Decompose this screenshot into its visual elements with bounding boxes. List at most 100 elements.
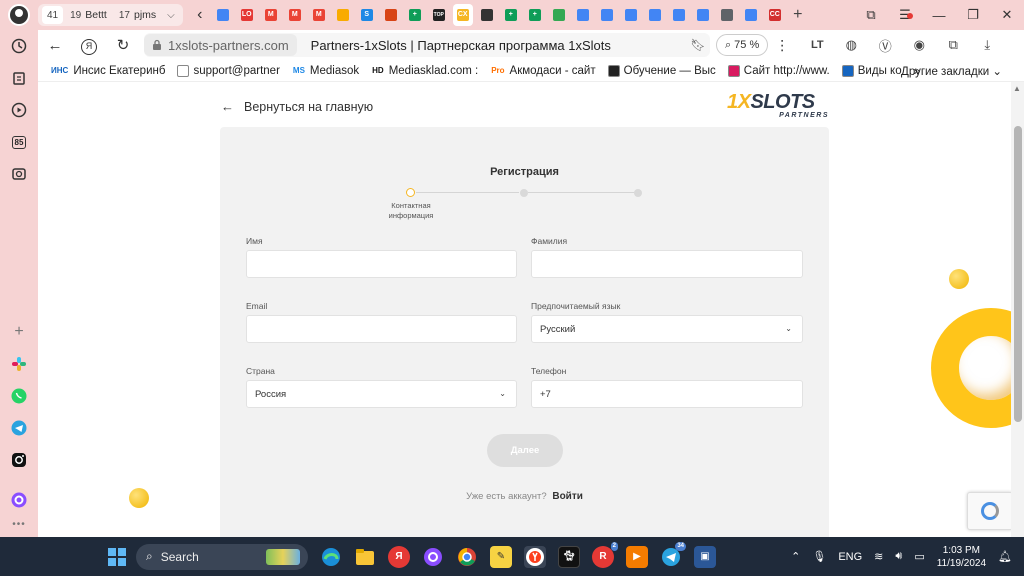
url-field[interactable]: 1xslots-partners.com Partners-1xSlots | … [144, 33, 710, 57]
vpn-extension-icon[interactable]: Ⓥ [870, 34, 900, 56]
download-icon[interactable]: ⤓ [972, 34, 1002, 56]
battery-icon[interactable]: ▭ [914, 550, 924, 563]
lt-extension-icon[interactable]: LT [802, 34, 832, 56]
file-explorer-icon[interactable] [354, 546, 376, 568]
bookmark-item[interactable]: support@partner [177, 64, 280, 77]
windows-start-icon[interactable] [108, 547, 126, 566]
tab-group-1[interactable]: 41 [42, 6, 64, 24]
chrome-icon[interactable] [456, 546, 478, 568]
bookmark-item[interactable]: Виды ко [841, 64, 902, 77]
globe-extension-icon[interactable]: ◍ [836, 34, 866, 56]
menu-icon[interactable]: ☰ [888, 7, 922, 23]
recaptcha-badge[interactable] [967, 492, 1011, 530]
volume-icon[interactable]: 🔊︎ [895, 550, 902, 563]
more-dots-icon[interactable]: ••• [9, 514, 29, 534]
bookmark-item[interactable]: MS Mediasok [292, 65, 359, 77]
tab-plus-favicon[interactable]: + [525, 4, 545, 26]
tab-docs-favicon[interactable] [741, 4, 761, 26]
presentation-app-icon[interactable]: ▶ [626, 545, 648, 568]
bookmark-item[interactable]: Сайт http://www. [727, 64, 830, 77]
scrollbar-thumb[interactable] [1014, 126, 1022, 422]
collections-icon[interactable] [9, 68, 29, 88]
tab-plus-favicon[interactable]: + [501, 4, 521, 26]
profile-avatar[interactable] [8, 4, 30, 26]
brand-logo[interactable]: 1XSLOTS PARTNERS [727, 92, 831, 120]
remote-desktop-icon[interactable]: ▣ [694, 545, 716, 568]
yandex-icon[interactable]: Я [72, 36, 106, 55]
more-options-icon[interactable]: ⋮ [768, 37, 796, 54]
last-name-input[interactable] [531, 250, 803, 278]
tab-docs-favicon[interactable] [645, 4, 665, 26]
add-panel-icon[interactable]: + [9, 322, 29, 342]
language-select[interactable]: Русский ⌄ [531, 315, 803, 343]
history-icon[interactable] [9, 36, 29, 56]
back-icon[interactable]: ← [38, 37, 72, 54]
tab-docs-favicon[interactable] [693, 4, 713, 26]
tab-docs-favicon[interactable] [597, 4, 617, 26]
chevron-up-icon[interactable]: ⌃ [791, 550, 800, 563]
instagram-icon[interactable] [9, 450, 29, 470]
maximize-button[interactable]: ❐ [956, 7, 990, 23]
back-to-home-link[interactable]: ← Вернуться на главную [221, 99, 373, 114]
tab-drive-favicon[interactable] [549, 4, 569, 26]
tab-top-favicon[interactable]: TOP [429, 4, 449, 26]
zoom-indicator[interactable]: ⌕ 75 % [716, 34, 769, 56]
counter-badge-icon[interactable]: 85 [9, 132, 29, 152]
video-icon[interactable] [9, 100, 29, 120]
domain-pill[interactable]: 1xslots-partners.com [144, 34, 297, 56]
other-bookmarks[interactable]: Другие закладки ⌄ [901, 64, 1002, 78]
tab-docs-favicon[interactable] [669, 4, 689, 26]
reload-icon[interactable]: ↻ [106, 36, 140, 54]
puzzle-extensions-icon[interactable]: ⧉ [938, 34, 968, 56]
alice-icon[interactable] [422, 546, 444, 568]
whatsapp-icon[interactable] [9, 386, 29, 406]
slack-icon[interactable] [9, 354, 29, 374]
screenshot-icon[interactable] [9, 164, 29, 184]
scroll-up-icon[interactable]: ▲ [1013, 84, 1021, 93]
phone-input[interactable]: +7 [531, 380, 803, 408]
alice-assistant-icon[interactable] [9, 490, 29, 510]
tab-docs-favicon[interactable] [573, 4, 593, 26]
bookmark-item[interactable]: ИНС Инсис Екатеринб [50, 65, 165, 77]
notifications-icon[interactable]: 🔔︎ [998, 550, 1012, 563]
email-field[interactable] [246, 315, 517, 343]
tab-group-2[interactable]: 19 Bettt [65, 6, 112, 24]
tab-docs-favicon[interactable] [213, 4, 233, 26]
cookie-extension-icon[interactable]: ◉ [904, 34, 934, 56]
tab-group-3[interactable]: 17 pjms [114, 6, 161, 24]
tabs-scroll-left-icon[interactable]: ‹ [193, 6, 207, 24]
clock[interactable]: 1:03 PM 11/19/2024 [937, 544, 986, 570]
tab-docs-favicon[interactable] [621, 4, 641, 26]
bookmark-item[interactable]: HD Mediasklad.com : [371, 65, 478, 77]
tab-gmail-favicon[interactable]: M [285, 4, 305, 26]
minimize-button[interactable]: — [922, 8, 956, 23]
yandex-browser-icon[interactable] [524, 545, 546, 568]
tab-arrow-favicon[interactable] [477, 4, 497, 26]
microphone-icon[interactable]: 🎙︎ [812, 550, 826, 563]
tab-gmail-favicon[interactable]: M [309, 4, 329, 26]
bookmark-icon[interactable]: 🔖︎ [686, 38, 710, 52]
telegram-icon[interactable]: 34 [660, 541, 686, 568]
bookmark-item[interactable]: Pro Акмодаси - сайт [490, 65, 595, 77]
language-indicator[interactable]: ENG [838, 551, 862, 563]
r-app-icon[interactable]: R2 [592, 541, 618, 568]
tab-s-favicon[interactable]: S [357, 4, 377, 26]
tab-headphones-favicon[interactable] [381, 4, 401, 26]
taskbar-search[interactable]: ⌕ Search [136, 543, 308, 570]
wifi-icon[interactable]: ≋ [874, 550, 883, 563]
tab-gmail-favicon[interactable]: M [261, 4, 281, 26]
next-button[interactable]: Далее [487, 434, 563, 467]
first-name-input[interactable] [246, 250, 517, 278]
bookmark-item[interactable]: Обучение — Выс [607, 64, 716, 77]
edge-icon[interactable] [320, 546, 342, 568]
page-scrollbar[interactable]: ▲ [1011, 82, 1024, 537]
tab-plus-favicon[interactable]: + [405, 4, 425, 26]
telegram-icon[interactable] [9, 418, 29, 438]
sticky-notes-icon[interactable]: ✎ [490, 545, 512, 568]
yandex-icon[interactable]: Я [388, 545, 410, 568]
tab-analytics-favicon[interactable] [333, 4, 353, 26]
tab-cx-favicon[interactable]: CX [452, 4, 473, 26]
cat-app-icon[interactable]: 🐈︎ [558, 545, 580, 568]
new-tab-button[interactable]: + [789, 6, 807, 24]
country-select[interactable]: Россия ⌄ [246, 380, 517, 408]
